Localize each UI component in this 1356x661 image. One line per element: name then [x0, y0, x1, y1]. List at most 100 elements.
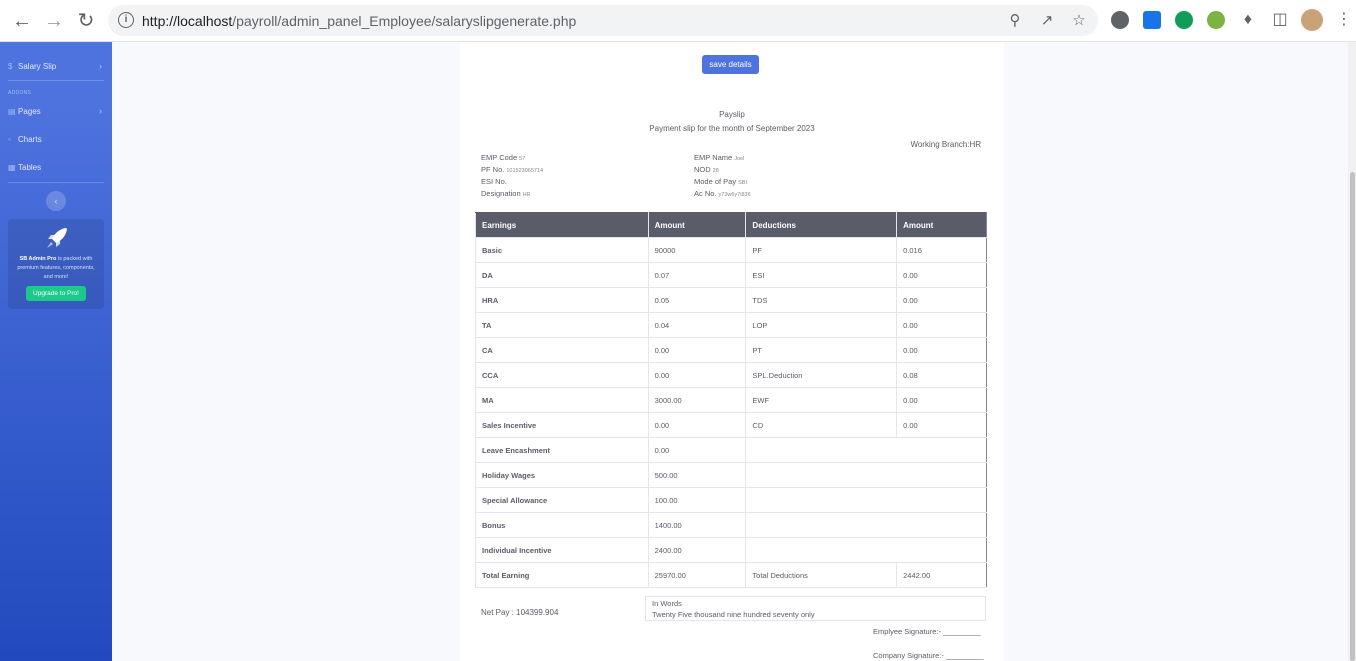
extension-4-icon[interactable]: [1207, 11, 1225, 29]
employee-signature: Emplyee Signature:- _________: [873, 627, 981, 636]
back-icon[interactable]: ←: [10, 9, 34, 33]
table-icon: ▦: [8, 162, 16, 172]
sidebar-item-label: Pages: [18, 106, 41, 116]
deduction-label: EWF: [745, 387, 898, 413]
deduction-amount: 0.00: [896, 312, 987, 338]
sidebar-toggle-icon[interactable]: ‹: [46, 191, 66, 211]
header-earnings: Earnings: [475, 212, 649, 238]
total-deductions-value: 2442.00: [896, 562, 987, 588]
earning-amount: 500.00: [647, 462, 747, 488]
esi-no-label: ESI No.: [481, 177, 507, 186]
table-row: DA 0.07 ESI 0.00: [475, 262, 987, 288]
empty-deduction-cell: [745, 537, 987, 563]
promo-text: SB Admin Pro is packed with premium feat…: [12, 255, 100, 282]
earning-label: Special Allowance: [475, 487, 649, 513]
earning-amount: 0.07: [647, 262, 747, 288]
designation-value: HR: [522, 192, 531, 198]
earning-label: CCA: [475, 362, 649, 388]
payslip-subtitle: Payment slip for the month of September …: [649, 124, 815, 133]
deduction-amount: 0.08: [896, 362, 987, 388]
url-text: http://localhost/payroll/admin_panel_Emp…: [142, 13, 576, 29]
earning-amount: 90000: [647, 237, 747, 263]
header-earnings-amount: Amount: [647, 212, 747, 238]
scrollbar-thumb[interactable]: [1350, 172, 1355, 661]
total-earning-value: 25970.00: [647, 562, 747, 588]
mode-of-pay: Mode of Pay SBI: [694, 177, 747, 186]
address-bar[interactable]: i http://localhost/payroll/admin_panel_E…: [108, 5, 1098, 36]
extension-1-icon[interactable]: [1111, 11, 1129, 29]
table-row: CA 0.00 PT 0.00: [475, 337, 987, 363]
deduction-amount: 0.00: [896, 262, 987, 288]
bookmark-star-icon[interactable]: ☆: [1070, 12, 1088, 30]
earning-label: Holiday Wages: [475, 462, 649, 488]
extensions-puzzle-icon[interactable]: ♦: [1238, 10, 1258, 30]
site-info-icon[interactable]: i: [118, 12, 134, 28]
mode-of-pay-label: Mode of Pay: [694, 177, 737, 186]
side-panel-icon[interactable]: ◫: [1270, 10, 1290, 30]
zoom-icon[interactable]: ⚲: [1006, 12, 1024, 30]
working-branch: Working Branch:HR: [910, 140, 981, 149]
promo-bold: SB Admin Pro: [19, 256, 57, 262]
table-row: Special Allowance 100.00: [475, 487, 987, 513]
sidebar-divider: [8, 182, 104, 183]
in-words-text: Twenty Five thousand nine hundred sevent…: [652, 610, 815, 619]
in-words-label: In Words: [652, 599, 682, 608]
emp-name-value: Joel: [734, 156, 745, 162]
total-earning-label: Total Earning: [475, 562, 649, 588]
nod-label: NOD: [694, 165, 711, 174]
nod-value: 28: [712, 168, 719, 174]
sidebar-heading: ADDONS: [8, 90, 32, 96]
earning-amount: 1400.00: [647, 512, 747, 538]
table-row: Individual Incentive 2400.00: [475, 537, 987, 563]
earning-amount: 0.00: [647, 437, 747, 463]
url-host: http://localhost: [142, 13, 233, 29]
browser-toolbar: ← → ↻ i http://localhost/payroll/admin_p…: [0, 0, 1356, 42]
extension-2-icon[interactable]: [1143, 11, 1161, 29]
nod: NOD 28: [694, 165, 719, 174]
dollar-icon: $: [8, 61, 13, 71]
forward-icon[interactable]: →: [42, 9, 66, 33]
extension-3-icon[interactable]: [1175, 11, 1193, 29]
earning-label: Sales Incentive: [475, 412, 649, 438]
emp-code-value: 57: [519, 156, 526, 162]
earning-amount: 0.05: [647, 287, 747, 313]
deduction-amount: 0.00: [896, 337, 987, 363]
upgrade-button[interactable]: Upgrade to Pro!: [26, 286, 86, 301]
empty-deduction-cell: [745, 487, 987, 513]
deduction-label: PF: [745, 237, 898, 263]
chart-icon: ▫: [8, 134, 11, 144]
sidebar-item-charts[interactable]: ▫ Charts: [8, 131, 104, 147]
deduction-amount: 0.00: [896, 412, 987, 438]
deduction-label: CD: [745, 412, 898, 438]
sidebar-item-pages[interactable]: ▤ Pages ›: [8, 103, 104, 119]
table-row: CCA 0.00 SPL.Deduction 0.08: [475, 362, 987, 388]
reload-icon[interactable]: ↻: [74, 9, 98, 33]
deduction-label: PT: [745, 337, 898, 363]
empty-deduction-cell: [745, 437, 987, 463]
save-details-button[interactable]: save details: [702, 55, 759, 74]
earning-label: Leave Encashment: [475, 437, 649, 463]
payslip-title: Payslip: [719, 110, 745, 119]
menu-kebab-icon[interactable]: ⋮: [1334, 10, 1354, 30]
profile-avatar[interactable]: [1301, 9, 1323, 31]
earning-amount: 0.00: [647, 337, 747, 363]
emp-code-label: EMP Code: [481, 153, 518, 162]
earning-label: DA: [475, 262, 649, 288]
designation-label: Designation: [481, 189, 521, 198]
table-row: TA 0.04 LOP 0.00: [475, 312, 987, 338]
earning-label: TA: [475, 312, 649, 338]
table-row: Holiday Wages 500.00: [475, 462, 987, 488]
header-deductions-amount: Amount: [896, 212, 987, 238]
share-icon[interactable]: ↗: [1038, 12, 1056, 30]
sidebar-item-tables[interactable]: ▦ Tables: [8, 159, 104, 175]
mode-of-pay-value: SBI: [738, 180, 747, 186]
table-total-row: Total Earning 25970.00 Total Deductions …: [475, 562, 987, 588]
deduction-label: SPL.Deduction: [745, 362, 898, 388]
sidebar-item-salary-slip[interactable]: $ Salary Slip ›: [8, 58, 104, 74]
ac-no-value: y73w6y7i836: [718, 192, 751, 198]
total-deductions-label: Total Deductions: [745, 562, 898, 588]
earning-label: Basic: [475, 237, 649, 263]
table-row: MA 3000.00 EWF 0.00: [475, 387, 987, 413]
earning-amount: 2400.00: [647, 537, 747, 563]
earning-label: Individual Incentive: [475, 537, 649, 563]
